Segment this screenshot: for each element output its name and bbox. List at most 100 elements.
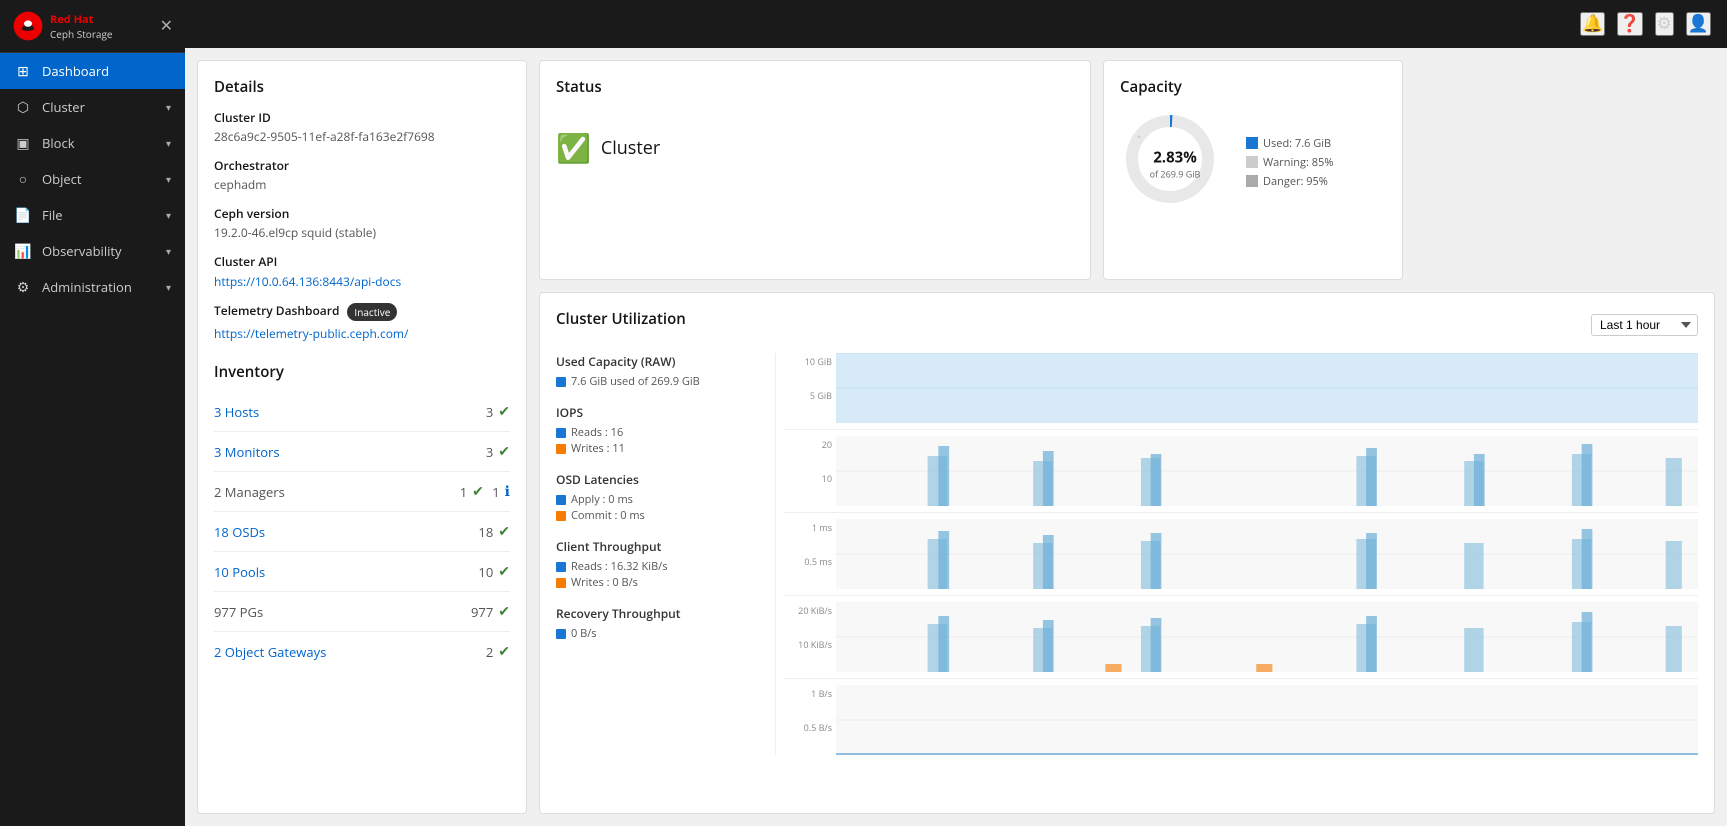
osds-link[interactable]: 18 OSDs	[214, 523, 478, 541]
chart-capacity: 10 GiB 5 GiB	[784, 353, 1698, 430]
hosts-link[interactable]: 3 Hosts	[214, 403, 486, 421]
redhat-logo-icon	[12, 10, 44, 42]
help-button[interactable]: ❓	[1617, 12, 1642, 36]
chart-throughput: 20 KiB/s 10 KiB/s	[784, 602, 1698, 679]
check-icon: ✔	[498, 522, 510, 541]
cluster-id-group: Cluster ID 28c6a9c2-9505-11ef-a28f-fa163…	[214, 109, 510, 145]
metric-apply: Apply : 0 ms	[571, 492, 633, 507]
pools-link[interactable]: 10 Pools	[214, 563, 478, 581]
utilization-card: Cluster Utilization Last 1 hour Last 6 h…	[539, 292, 1715, 814]
inventory-item-object-gateways: 2 Object Gateways 2 ✔	[214, 632, 510, 671]
metric-recovery-throughput: Recovery Throughput 0 B/s	[556, 605, 763, 642]
object-icon: ○	[14, 170, 32, 188]
chart-recovery: 1 B/s 0.5 B/s	[784, 685, 1698, 755]
sidebar-item-object[interactable]: ○ Object ▾	[0, 161, 185, 197]
orchestrator-value: cephadm	[214, 176, 510, 193]
orange-swatch	[556, 511, 566, 521]
orchestrator-label: Orchestrator	[214, 157, 510, 174]
blue-swatch	[556, 495, 566, 505]
metric-title: Client Throughput	[556, 538, 763, 555]
sidebar-item-file[interactable]: 📄 File ▾	[0, 197, 185, 233]
metric-commit: Commit : 0 ms	[571, 508, 645, 523]
metric-title: Recovery Throughput	[556, 605, 763, 622]
telemetry-group: Telemetry Dashboard Inactive https://tel…	[214, 302, 510, 342]
sidebar-item-dashboard[interactable]: ⊞ Dashboard	[0, 53, 185, 89]
product-name: Ceph Storage	[50, 27, 113, 41]
metrics-panel: Used Capacity (RAW) 7.6 GiB used of 269.…	[556, 353, 776, 755]
gateways-link[interactable]: 2 Object Gateways	[214, 643, 486, 661]
inventory-item-hosts: 3 Hosts 3 ✔	[214, 392, 510, 432]
sidebar-item-label: File	[42, 206, 63, 224]
chevron-down-icon: ▾	[166, 280, 171, 294]
logo-text: Red Hat Ceph Storage	[50, 12, 113, 41]
monitors-count: 3 ✔	[486, 442, 510, 461]
cluster-status-text: Cluster	[601, 136, 660, 160]
check-icon: ✔	[472, 482, 484, 501]
metric-title: OSD Latencies	[556, 471, 763, 488]
y-label: 0.5 B/s	[784, 721, 832, 734]
inventory-item-monitors: 3 Monitors 3 ✔	[214, 432, 510, 472]
telemetry-link[interactable]: https://telemetry-public.ceph.com/	[214, 325, 510, 342]
sidebar-item-label: Observability	[42, 242, 122, 260]
check-icon: ✔	[498, 442, 510, 461]
check-icon: ✔	[498, 562, 510, 581]
telemetry-badge: Inactive	[347, 303, 397, 321]
status-ok-icon: ✅	[556, 129, 591, 167]
status-card: Status ✅ Cluster	[539, 60, 1091, 280]
ceph-version-label: Ceph version	[214, 205, 510, 222]
metric-client-throughput: Client Throughput Reads : 16.32 KiB/s Wr…	[556, 538, 763, 591]
chevron-down-icon: ▾	[166, 208, 171, 222]
managers-label: 2 Managers	[214, 483, 460, 501]
danger-label: Danger: 95%	[1263, 174, 1328, 189]
monitors-link[interactable]: 3 Monitors	[214, 443, 486, 461]
hosts-count: 3 ✔	[486, 402, 510, 421]
sidebar-item-label: Cluster	[42, 98, 85, 116]
administration-icon: ⚙	[14, 278, 32, 296]
warning-swatch	[1246, 156, 1258, 168]
used-swatch	[1246, 137, 1258, 149]
capacity-subtitle: of 269.9 GiB	[1150, 168, 1201, 181]
sidebar-item-administration[interactable]: ⚙ Administration ▾	[0, 269, 185, 305]
cluster-id-value: 28c6a9c2-9505-11ef-a28f-fa163e2f7698	[214, 128, 510, 145]
metric-title: IOPS	[556, 404, 763, 421]
sidebar: Red Hat Ceph Storage ✕ ⊞ Dashboard ⬡ Clu…	[0, 0, 185, 826]
user-button[interactable]: 👤	[1686, 12, 1711, 36]
chevron-down-icon: ▾	[166, 100, 171, 114]
capacity-card: Capacity 2.83	[1103, 60, 1403, 280]
used-label: Used: 7.6 GiB	[1263, 136, 1331, 151]
content-area: Details Cluster ID 28c6a9c2-9505-11ef-a2…	[185, 48, 1727, 826]
metric-legend-reads: Reads : 16	[571, 425, 623, 440]
blue-swatch	[556, 562, 566, 572]
chevron-down-icon: ▾	[166, 136, 171, 150]
status-title: Status	[556, 77, 1074, 97]
y-label: 10 KiB/s	[784, 638, 832, 651]
chart-latency: 1 ms 0.5 ms	[784, 519, 1698, 596]
pgs-count: 977 ✔	[471, 602, 510, 621]
pools-count: 10 ✔	[478, 562, 510, 581]
chart-iops: 20 10	[784, 436, 1698, 513]
file-icon: 📄	[14, 206, 32, 224]
settings-button[interactable]: ⚙	[1655, 12, 1674, 36]
sidebar-close-button[interactable]: ✕	[160, 16, 173, 36]
chevron-down-icon: ▾	[166, 172, 171, 186]
sidebar-item-cluster[interactable]: ⬡ Cluster ▾	[0, 89, 185, 125]
capacity-chart-svg	[836, 353, 1698, 423]
dashboard-icon: ⊞	[14, 62, 32, 80]
managers-count: 1 ✔ 1 ℹ	[460, 482, 510, 501]
sidebar-item-block[interactable]: ▣ Block ▾	[0, 125, 185, 161]
y-label: 0.5 ms	[784, 555, 832, 568]
details-title: Details	[214, 77, 510, 97]
notifications-button[interactable]: 🔔	[1580, 12, 1605, 36]
time-range-select[interactable]: Last 1 hour Last 6 hours Last 24 hours L…	[1591, 314, 1698, 336]
capacity-donut: 2.83% of 269.9 GiB	[1120, 109, 1230, 219]
sidebar-item-observability[interactable]: 📊 Observability ▾	[0, 233, 185, 269]
metric-osd-latencies: OSD Latencies Apply : 0 ms Commit : 0 ms	[556, 471, 763, 524]
cluster-api-link[interactable]: https://10.0.64.136:8443/api-docs	[214, 273, 401, 290]
y-label: 10 GiB	[784, 355, 832, 368]
utilization-title: Cluster Utilization	[556, 309, 686, 329]
orange-swatch	[556, 444, 566, 454]
sidebar-item-label: Dashboard	[42, 62, 109, 80]
osds-count: 18 ✔	[478, 522, 510, 541]
metric-title: Used Capacity (RAW)	[556, 353, 763, 370]
capacity-legend: Used: 7.6 GiB Warning: 85% Danger: 95%	[1246, 136, 1333, 193]
